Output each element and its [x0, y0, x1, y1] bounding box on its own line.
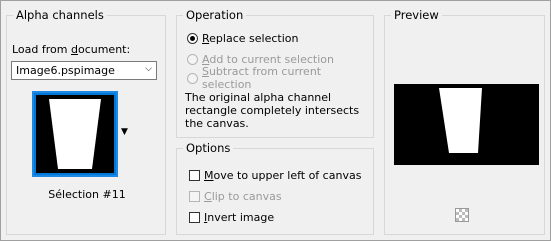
operation-group: Operation Replace selection Add to curre…	[176, 8, 374, 138]
selection-name-label: Sélection #11	[48, 188, 126, 201]
alpha-channels-group: Alpha channels Load from document: Image…	[6, 8, 166, 235]
operation-description: The original alpha channel rectangle com…	[185, 91, 360, 130]
add-selection-label: Add to current selection	[202, 52, 334, 66]
operation-title: Operation	[183, 8, 247, 22]
invert-image-checkbox[interactable]: Invert image	[189, 209, 274, 225]
preview-canvas	[394, 84, 539, 165]
preview-title: Preview	[391, 8, 442, 22]
replace-selection-label: Replace selection	[202, 31, 299, 45]
options-title: Options	[183, 141, 234, 155]
alpha-channel-thumbnail[interactable]	[32, 91, 118, 177]
alpha-channels-title: Alpha channels	[13, 8, 107, 22]
invert-image-label: Invert image	[204, 210, 275, 224]
move-to-upper-left-checkbox[interactable]: Move to upper left of canvas	[189, 167, 361, 183]
checkerboard-icon[interactable]	[455, 208, 469, 222]
subtract-selection-label: Subtract from current selection	[201, 65, 322, 91]
checkbox[interactable]	[189, 169, 200, 181]
preview-group: Preview	[384, 8, 545, 235]
thumbnail-dropdown-arrow-icon[interactable]: ▼	[121, 127, 128, 137]
thumbnail-image	[36, 95, 114, 173]
replace-selection-radio[interactable]: Replace selection	[187, 30, 298, 46]
radio-button-checked[interactable]	[187, 32, 198, 44]
radio-button[interactable]	[187, 72, 198, 84]
checkbox[interactable]	[189, 211, 200, 223]
document-select-value: Image6.pspimage	[16, 64, 115, 77]
document-select[interactable]: Image6.pspimage ⌵	[11, 61, 157, 80]
radio-button[interactable]	[187, 53, 198, 65]
chevron-down-icon: ⌵	[145, 64, 152, 74]
options-group: Options Move to upper left of canvas Cli…	[176, 141, 374, 235]
clip-to-canvas-label: Clip to canvas	[204, 189, 282, 203]
move-to-upper-left-label: Move to upper left of canvas	[204, 168, 362, 182]
checkbox[interactable]	[189, 190, 200, 202]
load-from-document-label: Load from document:	[12, 43, 131, 56]
clip-to-canvas-checkbox[interactable]: Clip to canvas	[189, 188, 282, 204]
subtract-selection-radio[interactable]: Subtract from current selection	[187, 65, 373, 91]
